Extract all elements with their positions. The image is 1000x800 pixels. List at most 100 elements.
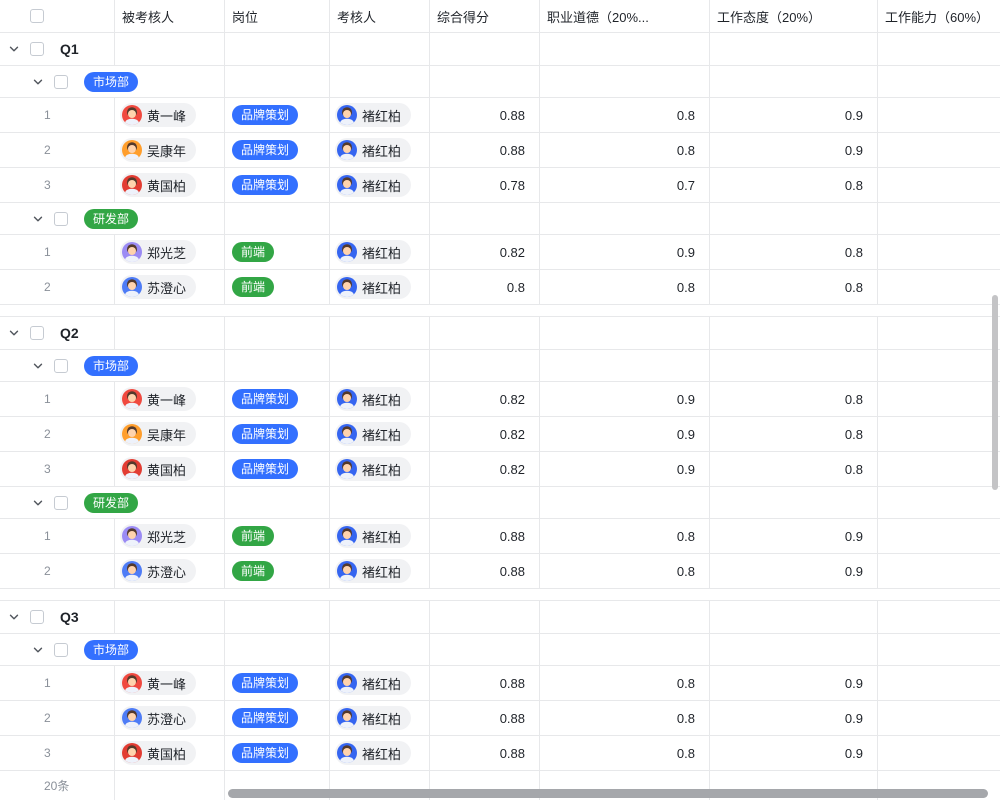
position-cell: 品牌策划 (225, 452, 330, 487)
assessee-chip[interactable]: 苏澄心 (120, 706, 196, 730)
assessor-chip[interactable]: 褚红柏 (335, 138, 411, 162)
empty-cell (878, 33, 1000, 66)
assessor-cell: 褚红柏 (330, 519, 430, 554)
table-row[interactable]: 1黄一峰品牌策划褚红柏0.880.80.9 (0, 98, 1000, 133)
position-cell: 品牌策划 (225, 417, 330, 452)
table-row[interactable]: 2苏澄心前端褚红柏0.880.80.9 (0, 554, 1000, 589)
assessee-cell: 郑光芝 (115, 519, 225, 554)
avatar (122, 743, 142, 763)
ethics-cell: 0.8 (540, 736, 710, 771)
attitude-value: 0.9 (845, 143, 863, 158)
table-row[interactable]: 2吴康年品牌策划褚红柏0.880.80.9 (0, 133, 1000, 168)
checkbox[interactable] (54, 212, 68, 226)
assessor-chip[interactable]: 褚红柏 (335, 671, 411, 695)
header-cell-ability: 工作能力（60%） (878, 0, 1000, 33)
group-spacer (0, 589, 1000, 601)
chevron-down-icon[interactable] (32, 360, 44, 372)
empty-cell (878, 634, 1000, 666)
score-value: 0.88 (500, 746, 525, 761)
assessor-chip[interactable]: 褚红柏 (335, 422, 411, 446)
table-row[interactable]: 1郑光芝前端褚红柏0.820.90.8 (0, 235, 1000, 270)
group-header-cell: Q3 (0, 601, 115, 634)
assessee-chip[interactable]: 吴康年 (120, 422, 196, 446)
chevron-down-icon[interactable] (8, 327, 20, 339)
assessor-chip[interactable]: 褚红柏 (335, 741, 411, 765)
assessor-chip[interactable]: 褚红柏 (335, 457, 411, 481)
assessor-chip[interactable]: 褚红柏 (335, 240, 411, 264)
attitude-cell: 0.8 (710, 452, 878, 487)
table-row[interactable]: 2苏澄心前端褚红柏0.80.80.8 (0, 270, 1000, 305)
table-row[interactable]: 1黄一峰品牌策划褚红柏0.880.80.9 (0, 666, 1000, 701)
assessee-chip[interactable]: 黄一峰 (120, 387, 196, 411)
table-row[interactable]: 3黄国柏品牌策划褚红柏0.780.70.8 (0, 168, 1000, 203)
assessee-chip[interactable]: 郑光芝 (120, 240, 196, 264)
row-index-cell: 3 (0, 736, 115, 771)
empty-cell (540, 350, 710, 382)
assessee-chip[interactable]: 黄一峰 (120, 671, 196, 695)
chevron-down-icon[interactable] (32, 213, 44, 225)
position-cell: 品牌策划 (225, 168, 330, 203)
assessor-chip[interactable]: 褚红柏 (335, 706, 411, 730)
chevron-down-icon[interactable] (32, 644, 44, 656)
empty-cell (225, 350, 330, 382)
table-row[interactable]: 3黄国柏品牌策划褚红柏0.820.90.8 (0, 452, 1000, 487)
assessee-chip[interactable]: 郑光芝 (120, 524, 196, 548)
table-row[interactable]: 2苏澄心品牌策划褚红柏0.880.80.9 (0, 701, 1000, 736)
table-row[interactable]: 3黄国柏 品牌策划褚红柏 0.88 0.8 0.9 (0, 736, 1000, 771)
person-name: 褚红柏 (362, 709, 401, 728)
checkbox[interactable] (30, 610, 44, 624)
checkbox[interactable] (54, 643, 68, 657)
assessor-chip[interactable]: 褚红柏 (335, 275, 411, 299)
row-index: 2 (44, 711, 51, 725)
row-index: 3 (44, 462, 51, 476)
avatar (337, 424, 357, 444)
assessee-chip[interactable]: 黄国柏 (120, 741, 196, 765)
checkbox[interactable] (54, 496, 68, 510)
attitude-value: 0.9 (845, 711, 863, 726)
ability-cell (878, 519, 1000, 554)
table-row[interactable]: 1黄一峰品牌策划褚红柏0.820.90.8 (0, 382, 1000, 417)
attitude-value: 0.9 (845, 746, 863, 761)
score-value: 0.82 (500, 245, 525, 260)
checkbox[interactable] (30, 326, 44, 340)
checkbox[interactable] (54, 359, 68, 373)
column-title: 综合得分 (437, 7, 489, 26)
position-cell: 品牌策划 (225, 736, 330, 771)
empty-cell (710, 350, 878, 382)
empty-cell (430, 487, 540, 519)
checkbox[interactable] (30, 42, 44, 56)
checkbox[interactable] (30, 9, 44, 23)
assessor-chip[interactable]: 褚红柏 (335, 387, 411, 411)
vertical-scrollbar-thumb[interactable] (992, 295, 998, 490)
assessee-chip[interactable]: 苏澄心 (120, 275, 196, 299)
assessee-chip[interactable]: 黄国柏 (120, 173, 196, 197)
ability-cell (878, 235, 1000, 270)
empty-cell (115, 601, 225, 634)
horizontal-scrollbar-thumb[interactable] (228, 789, 988, 798)
chevron-down-icon[interactable] (8, 43, 20, 55)
table-row[interactable]: 1郑光芝前端褚红柏0.880.80.9 (0, 519, 1000, 554)
checkbox[interactable] (54, 75, 68, 89)
chevron-down-icon[interactable] (32, 497, 44, 509)
assessor-chip[interactable]: 褚红柏 (335, 173, 411, 197)
row-index-cell: 2 (0, 133, 115, 168)
attitude-value: 0.9 (845, 529, 863, 544)
avatar (122, 561, 142, 581)
chevron-down-icon[interactable] (8, 611, 20, 623)
assessee-chip[interactable]: 苏澄心 (120, 559, 196, 583)
dept-header-cell: 研发部 (0, 203, 225, 235)
assessee-chip[interactable]: 吴康年 (120, 138, 196, 162)
score-value: 0.8 (507, 280, 525, 295)
chevron-down-icon[interactable] (32, 76, 44, 88)
assessor-cell: 褚红柏 (330, 235, 430, 270)
assessor-chip[interactable]: 褚红柏 (335, 103, 411, 127)
empty-cell (225, 634, 330, 666)
record-count: 20条 (44, 777, 69, 794)
empty-cell (330, 66, 430, 98)
assessor-chip[interactable]: 褚红柏 (335, 524, 411, 548)
assessee-chip[interactable]: 黄一峰 (120, 103, 196, 127)
table-row[interactable]: 2吴康年品牌策划褚红柏0.820.90.8 (0, 417, 1000, 452)
assessor-cell: 褚红柏 (330, 98, 430, 133)
assessor-chip[interactable]: 褚红柏 (335, 559, 411, 583)
assessee-chip[interactable]: 黄国柏 (120, 457, 196, 481)
